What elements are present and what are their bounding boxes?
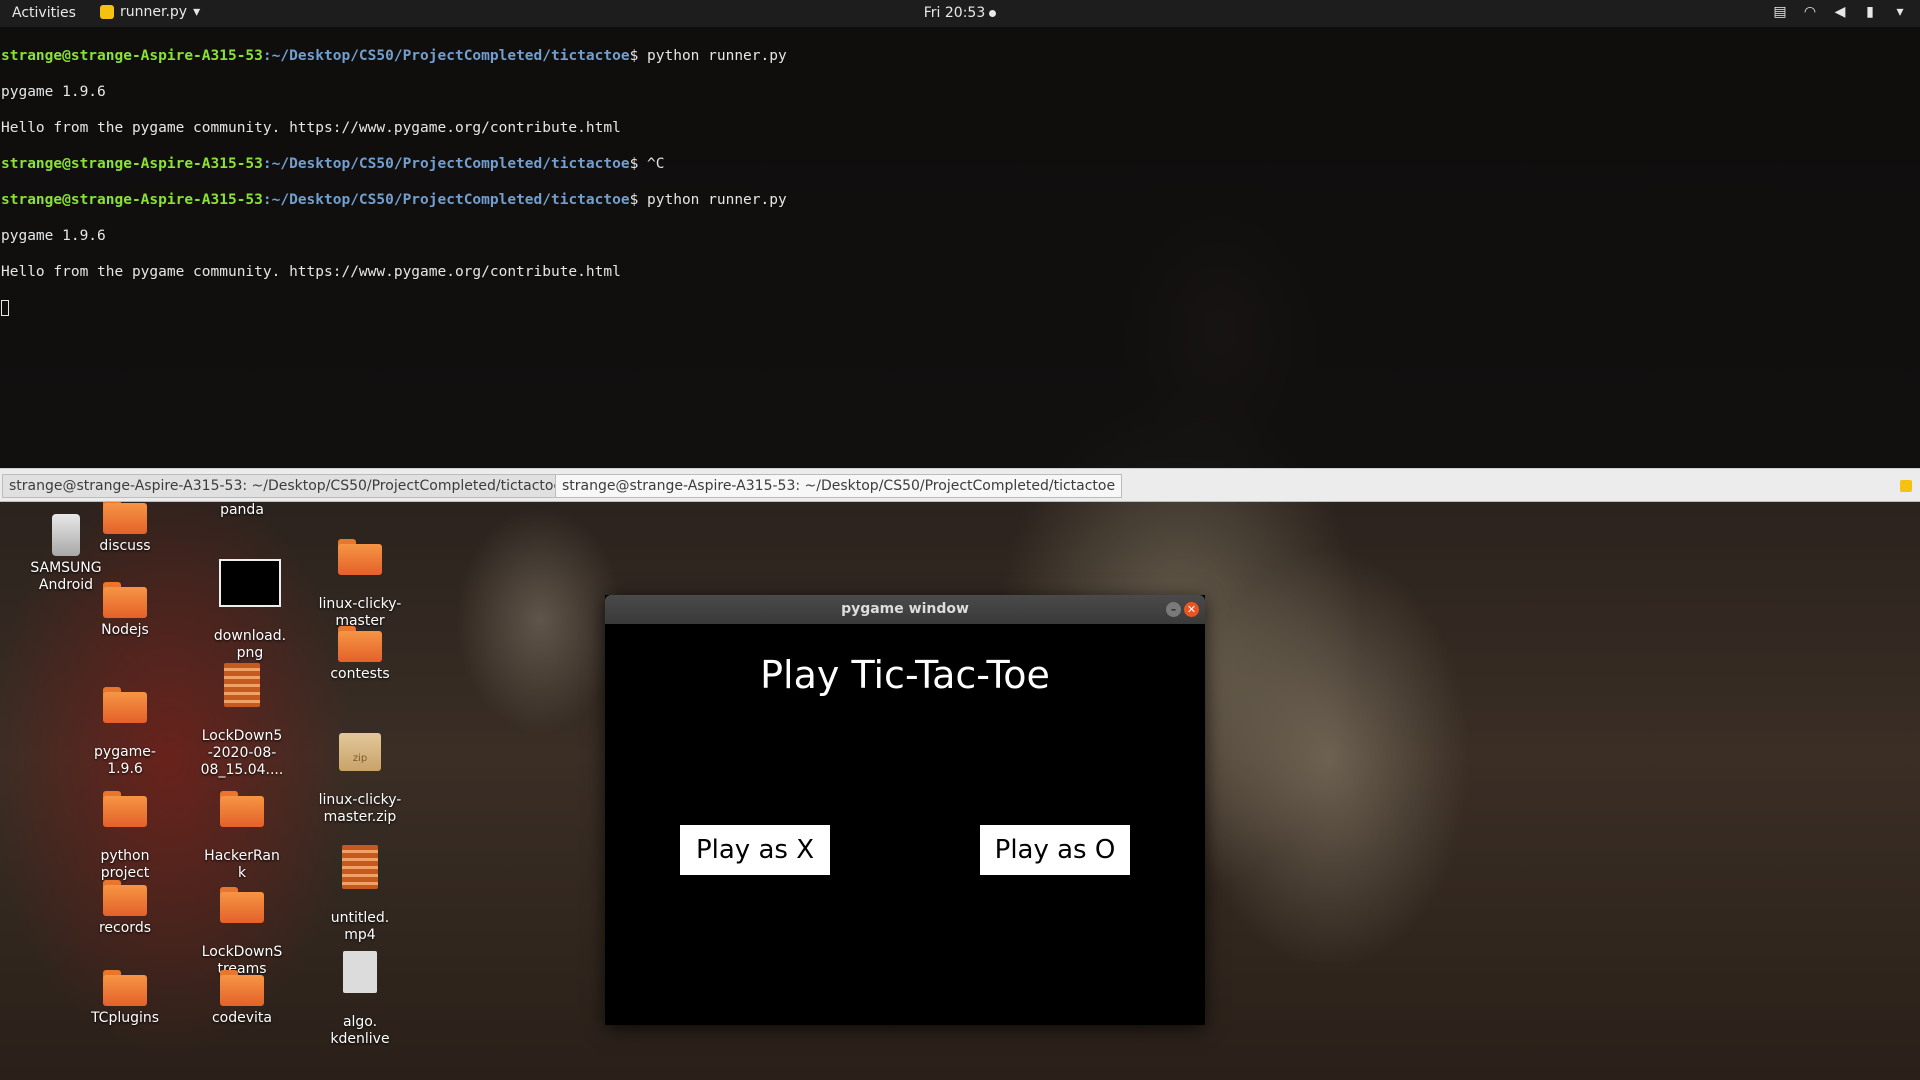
notification-dot-icon: [989, 9, 997, 17]
top-bar: Activities runner.py ▾ Fri 20:53 ▤ ◠ ◀ ▮…: [0, 0, 1920, 27]
terminal-line: strange@strange-Aspire-A315-53:~/Desktop…: [1, 155, 787, 173]
desktop-icon-label: linux-clicky- master: [318, 596, 402, 629]
desktop-icon-untitled-mp4[interactable]: untitled. mp4: [310, 828, 410, 944]
desktop-icon-download-png[interactable]: download. png: [200, 542, 300, 662]
desktop-icon-python-project[interactable]: python project: [75, 774, 175, 882]
desktop-icon-label: pygame- 1.9.6: [94, 744, 156, 777]
desktop-icon-contests[interactable]: contests: [310, 626, 410, 683]
folder-icon: [220, 970, 264, 1006]
desktop-icon-label: contests: [330, 666, 390, 682]
close-icon[interactable]: ✕: [1184, 602, 1199, 617]
desktop-icon-linux-clicky-master[interactable]: linux-clicky- master: [310, 522, 410, 630]
desktop-icon-panda[interactable]: panda: [192, 502, 292, 519]
wifi-icon[interactable]: ◠: [1802, 4, 1818, 20]
desktop-icon-codevita[interactable]: codevita: [192, 970, 292, 1027]
terminal-tab-bar: strange@strange-Aspire-A315-53: ~/Deskto…: [0, 468, 1920, 502]
folder-icon: [103, 880, 147, 916]
image-thumbnail-icon: [219, 559, 281, 607]
desktop-icon-label: TCplugins: [90, 1010, 160, 1026]
terminal-line: Hello from the pygame community. https:/…: [1, 264, 621, 280]
prompt-user: strange@strange-Aspire-A315-53: [1, 156, 263, 172]
desktop-icon-label: panda: [220, 502, 264, 518]
prompt-command: $ python runner.py: [629, 48, 787, 64]
play-as-x-button[interactable]: Play as X: [680, 825, 830, 875]
desktop-icon-label: python project: [100, 848, 150, 881]
terminal-tab-2[interactable]: strange@strange-Aspire-A315-53: ~/Deskto…: [555, 474, 1123, 498]
terminal-line: [1, 299, 787, 317]
desktop-icon-label: linux-clicky- master.zip: [318, 792, 402, 825]
pygame-titlebar[interactable]: pygame window – ✕: [605, 595, 1205, 624]
desktop-icon-hackerrank[interactable]: HackerRan k: [192, 774, 292, 882]
desktop-icon-label: algo. kdenlive: [330, 1014, 390, 1047]
terminal-line: strange@strange-Aspire-A315-53:~/Desktop…: [1, 191, 787, 209]
tab-indicator-icon: [1900, 480, 1912, 492]
terminal-line: pygame 1.9.6: [1, 228, 106, 244]
prompt-command: $ python runner.py: [629, 192, 787, 208]
prompt-path: :~/Desktop/CS50/ProjectCompleted/tictact…: [262, 192, 630, 208]
minimize-icon[interactable]: –: [1166, 602, 1181, 617]
zip-archive-icon: zip: [339, 733, 381, 771]
desktop-icon-label: records: [98, 920, 151, 936]
folder-icon: [103, 582, 147, 618]
device-icon: [52, 514, 80, 556]
desktop-icon-algo-kdenlive[interactable]: algo. kdenlive: [310, 934, 410, 1048]
terminal-output: strange@strange-Aspire-A315-53:~/Desktop…: [1, 29, 787, 353]
terminal-cursor: [1, 300, 9, 316]
terminal-line: Hello from the pygame community. https:/…: [1, 120, 621, 136]
document-file-icon: [343, 951, 377, 993]
play-as-o-button[interactable]: Play as O: [980, 825, 1130, 875]
prompt-path: :~/Desktop/CS50/ProjectCompleted/tictact…: [262, 156, 630, 172]
prompt-user: strange@strange-Aspire-A315-53: [1, 48, 263, 64]
volume-icon[interactable]: ◀: [1832, 4, 1848, 20]
terminal-tab-1[interactable]: strange@strange-Aspire-A315-53: ~/Deskto…: [2, 474, 570, 498]
terminal-line: pygame 1.9.6: [1, 84, 106, 100]
video-file-icon: [224, 663, 260, 707]
folder-icon: [220, 791, 264, 827]
terminal-window[interactable]: strange@strange-Aspire-A315-53:~/Desktop…: [0, 27, 1920, 468]
desktop-icon-tcplugins[interactable]: TCplugins: [75, 970, 175, 1027]
desktop-icon-records[interactable]: records: [75, 880, 175, 937]
terminal-line: strange@strange-Aspire-A315-53:~/Desktop…: [1, 47, 787, 65]
desktop-icon-label: codevita: [211, 1010, 272, 1026]
desktop-icon-lockdown5-video[interactable]: LockDown5 -2020-08- 08_15.04....: [192, 646, 292, 779]
game-title: Play Tic-Tac-Toe: [760, 653, 1050, 697]
desktop-icon-lockdownstreams[interactable]: LockDownS treams: [192, 870, 292, 978]
prompt-command: $ ^C: [629, 156, 665, 172]
folder-icon: [103, 970, 147, 1006]
folder-icon: [338, 626, 382, 662]
battery-icon[interactable]: ▮: [1862, 4, 1878, 20]
desktop-icon-label: Nodejs: [101, 622, 149, 638]
clock-label: Fri 20:53: [923, 5, 986, 21]
folder-icon: [220, 887, 264, 923]
pygame-window[interactable]: pygame window – ✕ Play Tic-Tac-Toe Play …: [605, 595, 1205, 1025]
desktop-icon-pygame[interactable]: pygame- 1.9.6: [75, 670, 175, 778]
desktop-icon-linux-clicky-master-zip[interactable]: zip linux-clicky- master.zip: [310, 716, 410, 826]
system-tray[interactable]: ▤ ◠ ◀ ▮ ▾: [1772, 4, 1908, 20]
clock[interactable]: Fri 20:53: [0, 5, 1920, 21]
folder-icon: [103, 687, 147, 723]
folder-icon: [103, 791, 147, 827]
menu-arrow-icon[interactable]: ▾: [1892, 4, 1908, 20]
video-file-icon: [342, 845, 378, 889]
folder-icon: [338, 539, 382, 575]
desktop-icon-nodejs[interactable]: Nodejs: [75, 582, 175, 639]
notes-icon[interactable]: ▤: [1772, 4, 1788, 20]
desktop-icon-label: LockDown5 -2020-08- 08_15.04....: [200, 728, 284, 778]
prompt-user: strange@strange-Aspire-A315-53: [1, 192, 263, 208]
prompt-path: :~/Desktop/CS50/ProjectCompleted/tictact…: [262, 48, 630, 64]
window-title: pygame window: [841, 601, 969, 617]
